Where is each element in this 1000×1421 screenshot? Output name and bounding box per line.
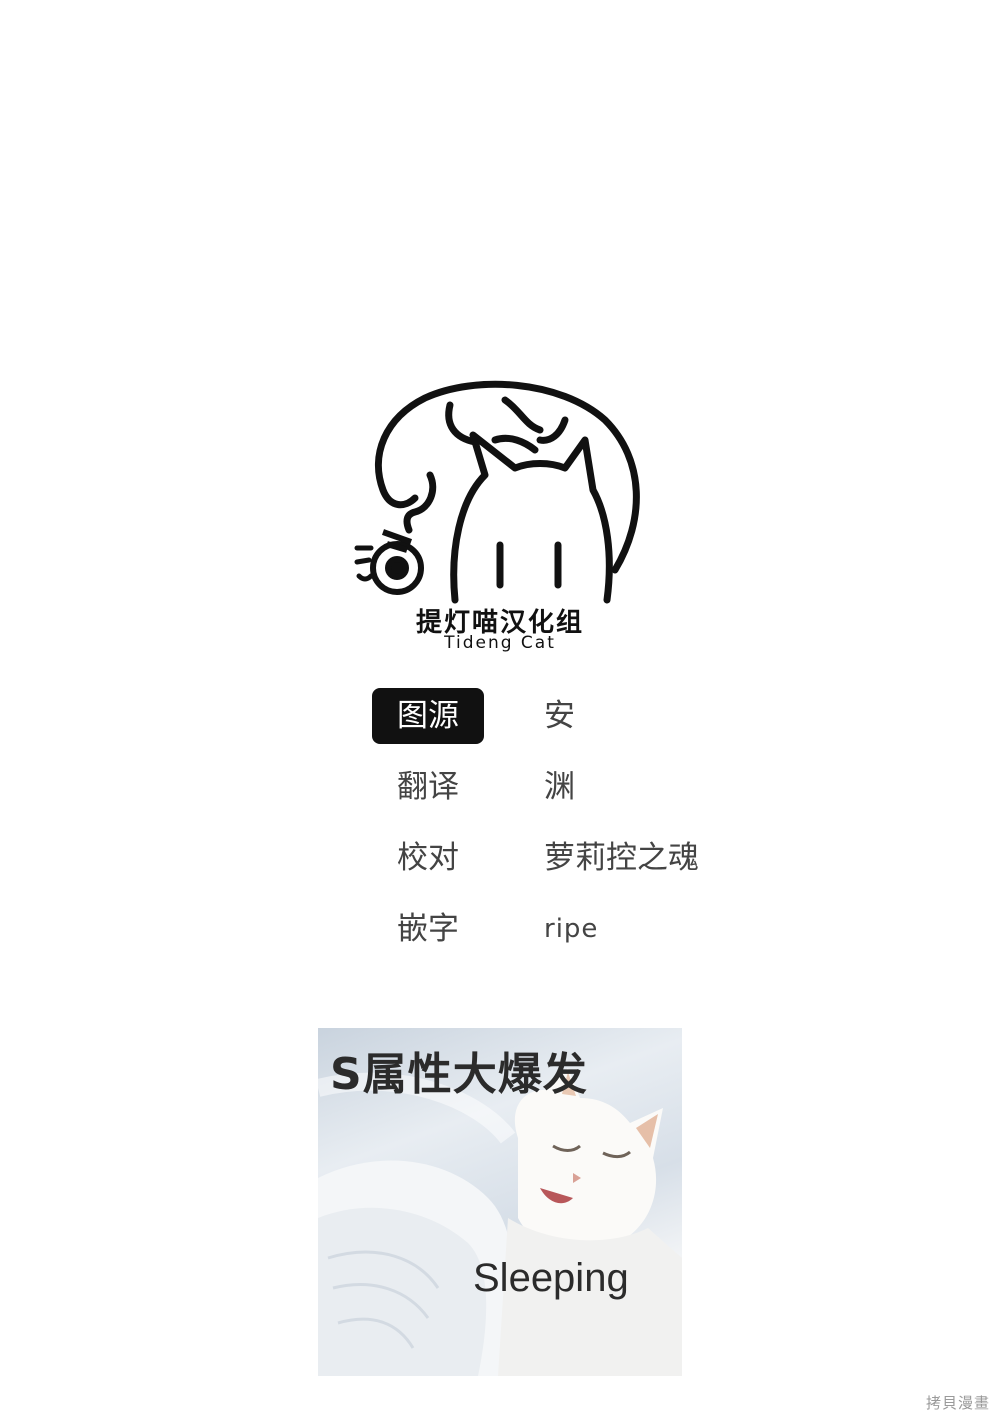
group-logo: 提灯喵汉化组 Tideng Cat [345,380,655,660]
credit-row-proofreading: 校对 萝莉控之魂 [372,830,792,901]
credit-row-source: 图源 安 [372,688,792,759]
credits-list: 图源 安 翻译 渊 校对 萝莉控之魂 嵌字 ripe [372,688,792,972]
credit-name: ripe [544,914,599,944]
credit-role-badge: 图源 [372,688,484,744]
credit-name: 渊 [544,769,575,805]
credit-row-typesetting: 嵌字 ripe [372,901,792,972]
site-watermark: 拷貝漫畫 [925,1394,990,1412]
credit-role: 校对 [397,840,459,876]
meme-caption: S属性大爆发 [330,1049,588,1100]
cat-meme-image: S属性大爆发 Sleeping [318,1028,682,1376]
credit-role: 翻译 [397,769,459,805]
tideng-cat-logo-icon [354,380,640,604]
credit-row-translation: 翻译 渊 [372,759,792,830]
group-name-latin: Tideng Cat [444,633,556,653]
meme-subcaption: Sleeping [473,1256,629,1300]
credit-name: 萝莉控之魂 [544,840,699,876]
credit-role: 嵌字 [397,911,459,947]
credit-name: 安 [544,698,575,734]
